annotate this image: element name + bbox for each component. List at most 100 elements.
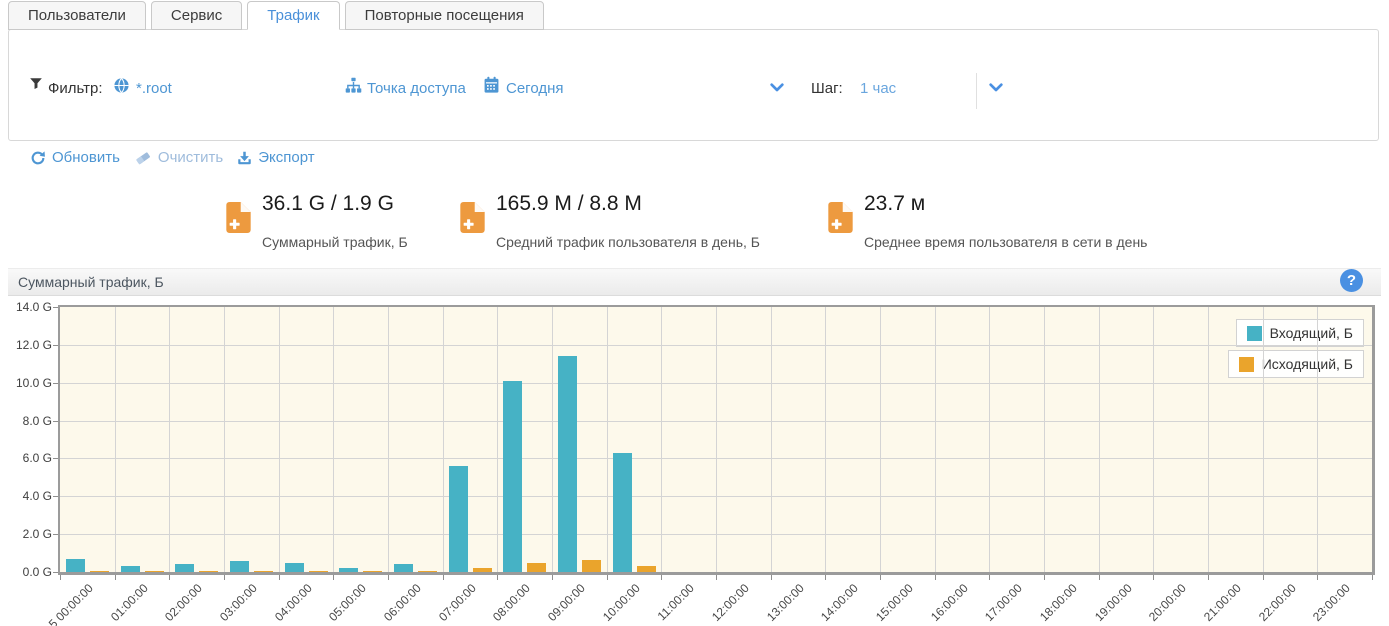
bar-inbound (339, 568, 358, 572)
bar-outbound (145, 571, 164, 572)
filter-label: Фильтр: (48, 80, 103, 97)
gridline-vertical (224, 307, 225, 572)
gridline-vertical (771, 307, 772, 572)
access-point-link[interactable]: Точка доступа (367, 80, 466, 97)
x-axis-tick (1044, 575, 1045, 580)
x-axis-tick (1153, 575, 1154, 580)
gridline-vertical (388, 307, 389, 572)
gridline-vertical (497, 307, 498, 572)
chart-plot: Входящий, БИсходящий, Б (60, 307, 1372, 572)
period-link[interactable]: Сегодня (506, 80, 564, 97)
gridline-vertical (989, 307, 990, 572)
bar-outbound (637, 566, 656, 572)
legend-swatch (1247, 326, 1262, 341)
period-chevron-down-icon[interactable] (769, 81, 785, 95)
x-axis-tick (1372, 575, 1373, 580)
x-axis-tick (552, 575, 553, 580)
chart-widget: Суммарный трафик, Б Входящий, БИсходящий… (8, 268, 1381, 626)
bar-outbound (527, 563, 546, 572)
gridline-vertical (115, 307, 116, 572)
chart-body: Входящий, БИсходящий, Б 0.0 G2.0 G4.0 G6… (8, 296, 1381, 626)
x-axis-tick (443, 575, 444, 580)
stat-label: Среднее время пользователя в сети в день (864, 234, 1147, 250)
x-axis-tick (388, 575, 389, 580)
x-axis-tick (115, 575, 116, 580)
sitemap-icon[interactable] (345, 77, 362, 94)
bar-outbound (582, 560, 601, 572)
x-axis-tick (825, 575, 826, 580)
bar-inbound (558, 356, 577, 572)
gridline-vertical (1044, 307, 1045, 572)
x-axis-tick (989, 575, 990, 580)
refresh-button[interactable]: Обновить (30, 149, 120, 166)
x-axis-tick (169, 575, 170, 580)
help-icon[interactable]: ? (1340, 269, 1363, 292)
gridline-vertical (279, 307, 280, 572)
x-axis-tick (1208, 575, 1209, 580)
bar-inbound (449, 466, 468, 572)
legend-swatch (1239, 357, 1254, 372)
x-axis-tick (661, 575, 662, 580)
gridline-vertical (607, 307, 608, 572)
file-plus-icon (827, 202, 854, 233)
tab-users[interactable]: Пользователи (8, 1, 146, 30)
y-axis-tick (53, 534, 58, 535)
file-plus-icon (459, 202, 486, 233)
bar-inbound (66, 559, 85, 572)
bar-inbound (613, 453, 632, 572)
bar-outbound (199, 571, 218, 572)
gridline-vertical (1099, 307, 1100, 572)
tab-repeat-visits[interactable]: Повторные посещения (345, 1, 544, 30)
bar-outbound (363, 571, 382, 572)
step-chevron-down-icon[interactable] (988, 81, 1004, 95)
x-axis-tick (1317, 575, 1318, 580)
x-axis-tick (716, 575, 717, 580)
gridline-vertical (880, 307, 881, 572)
legend-label: Входящий, Б (1270, 325, 1353, 341)
bar-outbound (309, 571, 328, 572)
chart-plot-frame: Входящий, БИсходящий, Б (58, 305, 1375, 575)
x-axis-tick (1099, 575, 1100, 580)
gridline-vertical (1317, 307, 1318, 572)
x-axis-tick (333, 575, 334, 580)
filter-funnel-icon (29, 76, 43, 91)
gridline-vertical (935, 307, 936, 572)
y-axis-label: 4.0 G (8, 488, 52, 504)
filter-divider (976, 73, 977, 109)
x-axis-tick (224, 575, 225, 580)
x-axis-label: 5 00:00:00 (8, 581, 96, 626)
bar-inbound (121, 566, 140, 572)
filter-panel: Фильтр: *.root Точка доступа (8, 29, 1379, 141)
y-axis-tick (53, 421, 58, 422)
stat-avg-user-traffic: 165.9 M / 8.8 M Средний трафик пользоват… (459, 192, 760, 250)
y-axis-label: 0.0 G (8, 564, 52, 580)
stat-value: 23.7 м (864, 192, 1147, 216)
y-axis-label: 2.0 G (8, 526, 52, 542)
step-value-link[interactable]: 1 час (860, 80, 896, 97)
y-axis-tick (53, 307, 58, 308)
tab-bar: ПользователиСервисТрафикПовторные посеще… (8, 1, 544, 30)
download-icon (237, 150, 252, 166)
gridline-vertical (1208, 307, 1209, 572)
gridline-vertical (716, 307, 717, 572)
globe-icon[interactable] (113, 77, 130, 94)
y-axis-tick (53, 345, 58, 346)
y-axis-label: 14.0 G (8, 299, 52, 315)
chart-title: Суммарный трафик, Б (18, 274, 164, 290)
x-axis-tick (935, 575, 936, 580)
tab-service[interactable]: Сервис (151, 1, 242, 30)
gridline-vertical (169, 307, 170, 572)
action-bar: Обновить Очистить Экспорт (30, 149, 315, 166)
eraser-icon (134, 150, 152, 166)
stat-label: Суммарный трафик, Б (262, 234, 408, 250)
filter-scope-link[interactable]: *.root (136, 80, 172, 97)
tab-traffic[interactable]: Трафик (247, 1, 339, 30)
bar-inbound (230, 561, 249, 572)
calendar-icon[interactable] (483, 76, 500, 94)
bar-outbound (254, 571, 273, 572)
refresh-icon (30, 150, 46, 166)
clear-button[interactable]: Очистить (134, 149, 223, 166)
x-axis-tick (607, 575, 608, 580)
y-axis-tick (53, 383, 58, 384)
export-button[interactable]: Экспорт (237, 149, 314, 166)
